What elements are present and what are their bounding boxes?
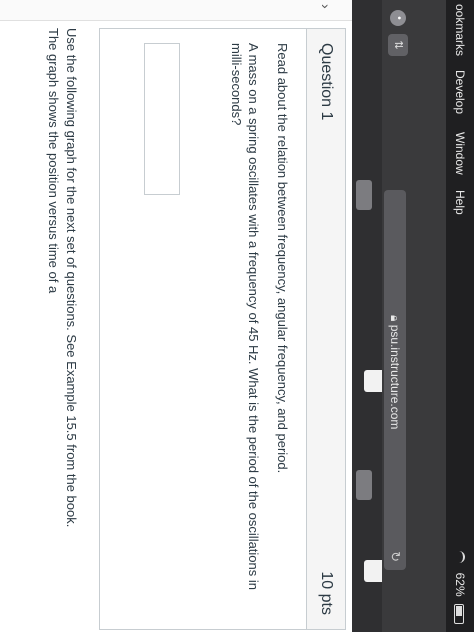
chevron-right-icon[interactable]: › xyxy=(318,4,334,9)
back-icon[interactable]: • xyxy=(390,10,406,26)
next-section-text: Use the following graph for the next set… xyxy=(44,28,80,628)
status-area: 62% xyxy=(453,551,467,624)
question-card: Question 1 10 pts Read about the relatio… xyxy=(99,28,346,630)
lock-icon: 🔒︎ xyxy=(388,315,402,325)
next-section-line: The graph shows the position versus time… xyxy=(46,28,61,294)
address-bar[interactable]: 🔒︎ psu.instructure.com ↻ xyxy=(384,190,406,570)
tab-bar xyxy=(352,0,382,632)
question-title: Question 1 xyxy=(318,43,335,121)
tab-white[interactable] xyxy=(364,370,382,392)
browser-screen: ookmarks Develop Window Help 62% • ⇅ 🔒︎ … xyxy=(0,0,474,632)
mac-menu-bar: ookmarks Develop Window Help 62% xyxy=(446,0,474,632)
battery-icon[interactable] xyxy=(454,604,465,624)
question-paragraph: A mass on a spring oscillates with a fre… xyxy=(229,43,261,590)
url-text: 🔒︎ psu.instructure.com xyxy=(387,315,402,429)
answer-input[interactable] xyxy=(144,43,180,195)
url-label: psu.instructure.com xyxy=(388,324,402,430)
question-nav-edge: › xyxy=(0,0,352,21)
menu-bookmarks[interactable]: ookmarks xyxy=(453,4,467,56)
menu-window[interactable]: Window xyxy=(453,132,467,175)
menu-develop[interactable]: Develop xyxy=(453,70,467,114)
browser-toolbar: • ⇅ 🔒︎ psu.instructure.com ↻ xyxy=(382,0,446,632)
menu-help[interactable]: Help xyxy=(453,190,467,215)
reload-icon[interactable]: ↻ xyxy=(387,551,403,562)
page-content: › Question 1 10 pts Read about the relat… xyxy=(0,0,352,632)
wifi-icon[interactable] xyxy=(453,551,465,564)
photo-frame: ookmarks Develop Window Help 62% • ⇅ 🔒︎ … xyxy=(0,0,474,632)
tab-placeholder[interactable] xyxy=(356,470,372,500)
tab-placeholder[interactable] xyxy=(356,180,372,210)
question-header: Question 1 10 pts xyxy=(306,29,345,629)
battery-percent: 62% xyxy=(453,572,467,597)
question-points: 10 pts xyxy=(318,571,335,615)
question-body: Read about the relation between frequenc… xyxy=(216,43,291,613)
tab-white[interactable] xyxy=(364,560,382,582)
question-paragraph: Read about the relation between frequenc… xyxy=(275,43,290,474)
next-section-line: Use the following graph for the next set… xyxy=(64,28,79,528)
sidebar-button[interactable]: ⇅ xyxy=(388,34,408,56)
